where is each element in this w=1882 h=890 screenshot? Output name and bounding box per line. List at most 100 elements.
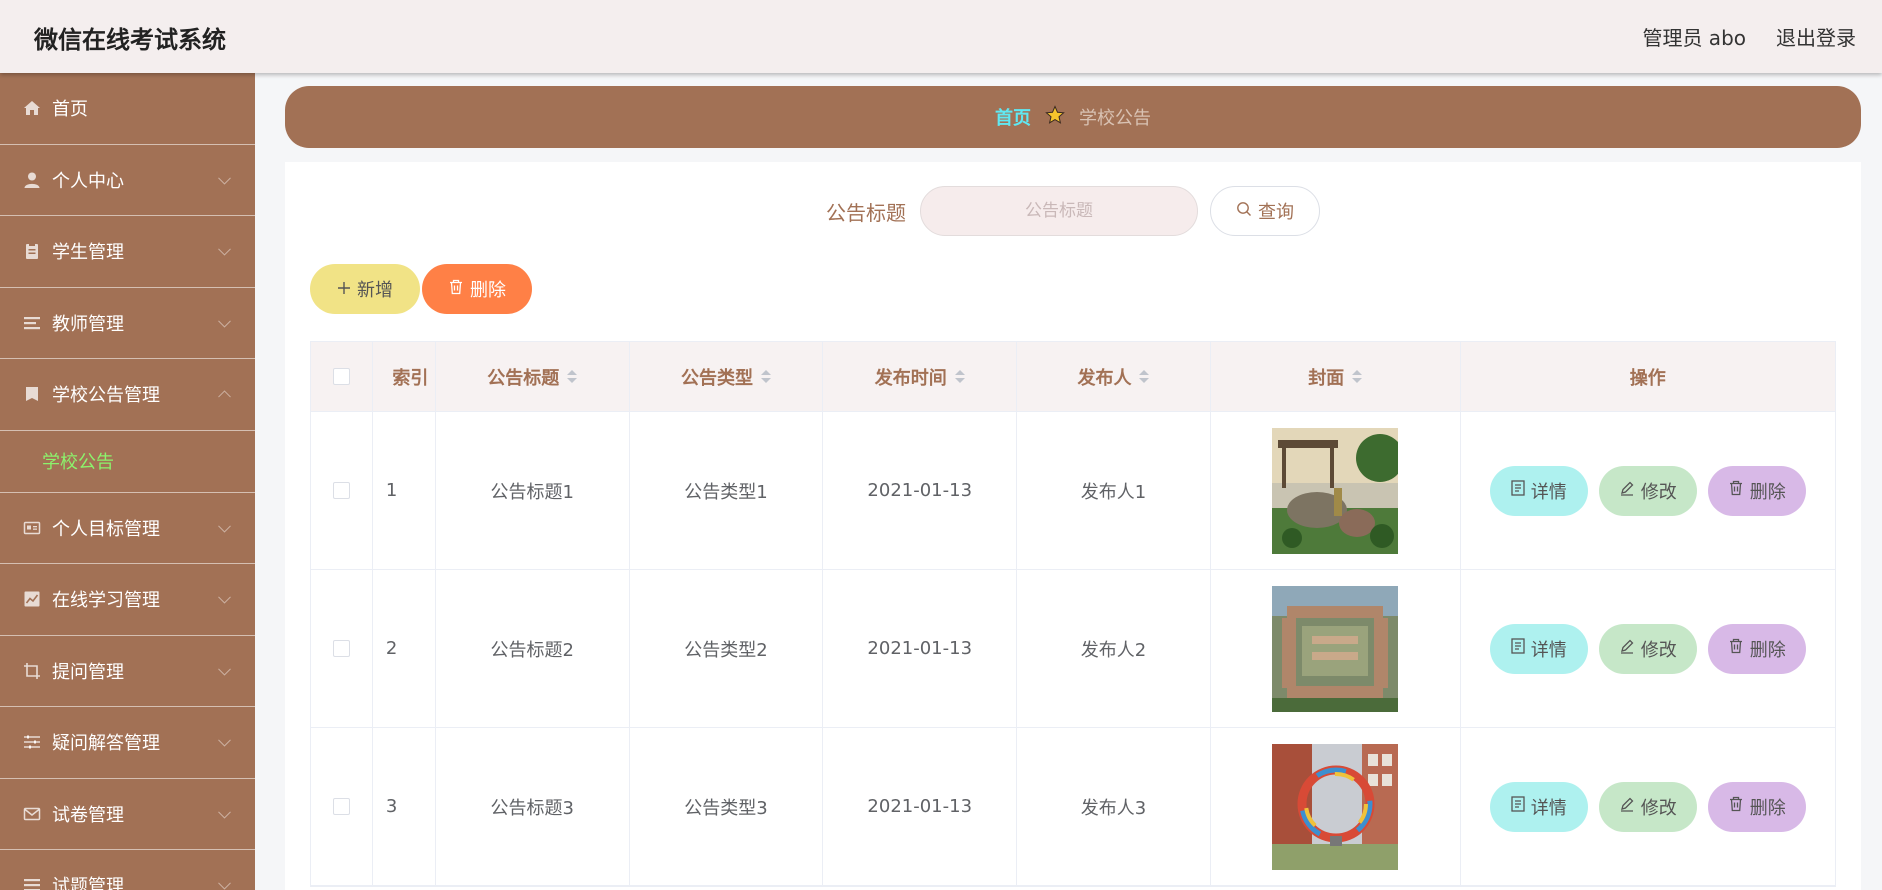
logout-link[interactable]: 退出登录: [1776, 22, 1856, 51]
header-type-label: 公告类型: [680, 367, 753, 389]
trash-icon: [448, 279, 464, 300]
query-button[interactable]: 查询: [1210, 186, 1320, 236]
breadcrumb-current: 学校公告: [1079, 108, 1151, 129]
plus-icon: [337, 279, 351, 300]
chevron-down-icon: [218, 519, 231, 533]
sidebar-item-exam-papers[interactable]: 试卷管理: [0, 779, 255, 850]
trash-icon: [1728, 638, 1744, 659]
add-button[interactable]: 新增: [310, 264, 420, 314]
edit-button-label: 修改: [1640, 639, 1677, 661]
current-user: 管理员 abo: [1642, 26, 1746, 50]
row-type: 公告类型2: [630, 570, 824, 727]
chevron-down-icon: [218, 805, 231, 819]
delete-button-label: 删除: [1749, 797, 1786, 819]
clipboard-icon: [22, 241, 42, 261]
edit-button[interactable]: 修改: [1598, 781, 1697, 832]
detail-button[interactable]: 详情: [1489, 781, 1588, 832]
search-label: 公告标题: [826, 200, 906, 225]
query-button-label: 查询: [1258, 202, 1294, 223]
header-type[interactable]: 公告类型: [630, 342, 824, 411]
sidebar-item-online-learning[interactable]: 在线学习管理: [0, 564, 255, 636]
sidebar-item-school-notice-management[interactable]: 学校公告管理: [0, 359, 255, 431]
sidebar-item-personal-center[interactable]: 个人中心: [0, 145, 255, 216]
table-header: 索引 公告标题 公告类型 发布时间 发布人 封面 操作: [311, 342, 1835, 412]
star-icon: [1045, 104, 1065, 130]
select-all-checkbox[interactable]: [332, 368, 350, 385]
chevron-down-icon: [218, 734, 231, 747]
header-publisher[interactable]: 发布人: [1017, 342, 1211, 411]
chart-icon: [22, 589, 42, 609]
detail-button[interactable]: 详情: [1489, 465, 1588, 516]
edit-button[interactable]: 修改: [1598, 623, 1697, 674]
header-publisher-label: 发布人: [1077, 367, 1132, 389]
list-icon: [22, 875, 42, 890]
sidebar-item-teachers[interactable]: 教师管理: [0, 288, 255, 359]
edit-icon: [1619, 796, 1635, 817]
sort-icon[interactable]: [567, 370, 578, 383]
row-publisher: 发布人1: [1017, 412, 1211, 569]
sidebar-subitem-school-notice[interactable]: 学校公告: [0, 431, 255, 493]
sort-icon[interactable]: [1139, 370, 1150, 383]
sort-icon[interactable]: [760, 370, 771, 383]
delete-button[interactable]: 删除: [1707, 781, 1806, 832]
sort-icon[interactable]: [1352, 370, 1363, 383]
header-cover[interactable]: 封面: [1211, 342, 1461, 411]
row-title: 公告标题3: [436, 728, 630, 885]
main-content: 公告标题 查询 新增 删除 索引 公告标题 公告类型 发布时间 发布人 封面 操…: [285, 162, 1861, 890]
chevron-down-icon: [218, 877, 231, 890]
row-ops: 详情 修改 删除: [1461, 728, 1836, 885]
sort-icon[interactable]: [954, 370, 965, 383]
notice-table: 索引 公告标题 公告类型 发布时间 发布人 封面 操作 1 公告标题1 公告类型…: [310, 341, 1836, 887]
header-title[interactable]: 公告标题: [436, 342, 630, 411]
sidebar-item-personal-goals[interactable]: 个人目标管理: [0, 493, 255, 564]
delete-button[interactable]: 删除: [1707, 465, 1806, 516]
delete-button-label: 删除: [1749, 481, 1786, 503]
batch-delete-button-label: 删除: [470, 280, 506, 301]
header-index: 索引: [373, 342, 436, 411]
sidebar-item-label: 在线学习管理: [52, 590, 160, 612]
row-cover: [1211, 570, 1461, 727]
delete-button[interactable]: 删除: [1707, 623, 1806, 674]
cover-image[interactable]: [1272, 743, 1399, 870]
row-ops: 详情 修改 删除: [1461, 412, 1836, 569]
edit-button-label: 修改: [1640, 797, 1677, 819]
sidebar-item-label: 试题管理: [52, 876, 124, 890]
batch-delete-button[interactable]: 删除: [422, 264, 532, 314]
row-time: 2021-01-13: [823, 412, 1018, 569]
row-checkbox-cell: [311, 412, 373, 569]
search-input[interactable]: [920, 186, 1198, 236]
cover-image[interactable]: [1272, 585, 1399, 712]
sidebar-item-label: 试卷管理: [52, 804, 124, 826]
sidebar-item-home[interactable]: 首页: [0, 73, 255, 145]
row-index: 3: [373, 728, 436, 885]
header-ops-label: 操作: [1629, 367, 1666, 389]
sidebar-item-exam-questions[interactable]: 试题管理: [0, 850, 255, 890]
row-index: 2: [373, 570, 436, 727]
user-icon: [22, 170, 42, 190]
table-row: 1 公告标题1 公告类型1 2021-01-13 发布人1 详情 修改 删除: [311, 412, 1835, 570]
table-row: 2 公告标题2 公告类型2 2021-01-13 发布人2 详情 修改 删除: [311, 570, 1835, 728]
chevron-down-icon: [218, 171, 231, 185]
chevron-down-icon: [218, 314, 231, 328]
sidebar-item-students[interactable]: 学生管理: [0, 216, 255, 288]
breadcrumb-home[interactable]: 首页: [995, 104, 1031, 130]
row-checkbox[interactable]: [332, 798, 350, 815]
top-bar: 微信在线考试系统 管理员 abo 退出登录: [0, 0, 1882, 73]
cover-image[interactable]: [1272, 427, 1399, 554]
search-icon: [1236, 201, 1252, 222]
row-time: 2021-01-13: [823, 728, 1018, 885]
add-button-label: 新增: [357, 280, 393, 301]
sidebar-item-questions[interactable]: 提问管理: [0, 636, 255, 707]
search-bar: 公告标题 查询: [285, 186, 1861, 236]
detail-button[interactable]: 详情: [1489, 623, 1588, 674]
sidebar-item-answers[interactable]: 疑问解答管理: [0, 707, 255, 779]
detail-button-label: 详情: [1530, 481, 1567, 503]
chevron-down-icon: [218, 662, 231, 676]
row-cover: [1211, 728, 1461, 885]
header-time-label: 发布时间: [874, 367, 947, 389]
header-time[interactable]: 发布时间: [823, 342, 1018, 411]
row-checkbox[interactable]: [332, 640, 350, 657]
edit-button[interactable]: 修改: [1598, 465, 1697, 516]
row-checkbox[interactable]: [332, 482, 350, 499]
header-cover-label: 封面: [1308, 367, 1345, 389]
